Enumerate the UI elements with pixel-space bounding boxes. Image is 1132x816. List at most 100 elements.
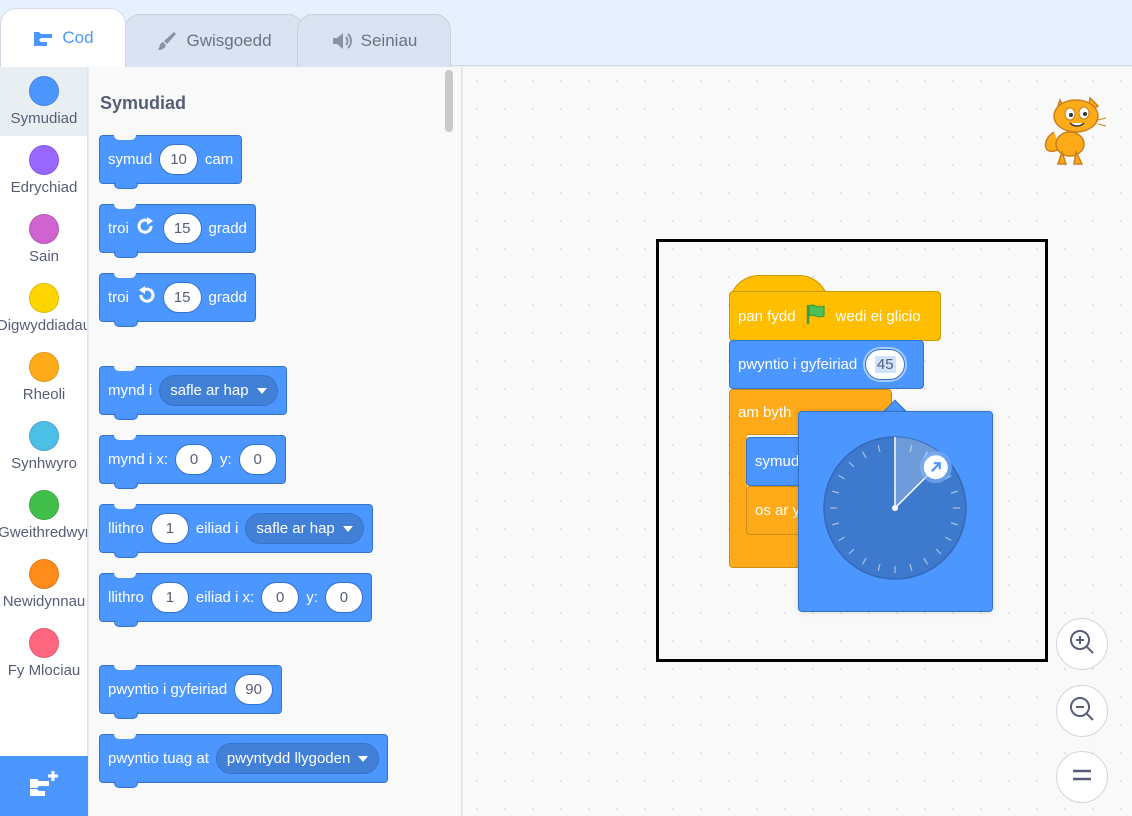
category-variables[interactable]: Newidynnau: [0, 550, 87, 619]
degrees-input[interactable]: 15: [162, 213, 202, 244]
point-towards-dropdown[interactable]: pwyntydd llygoden: [215, 743, 380, 774]
category-my-blocks[interactable]: Fy Mlociau: [0, 619, 87, 688]
editor-tab-bar: Cod Gwisgoedd Seiniau: [0, 0, 1132, 67]
block-text: troi: [108, 220, 129, 237]
block-text: cam: [204, 151, 234, 168]
caret-down-icon: [256, 387, 267, 394]
tab-sounds-label: Seiniau: [360, 31, 418, 50]
category-menu: Symudiad Edrychiad Sain Digwyddiadau Rhe…: [0, 67, 88, 816]
tab-costumes-label: Gwisgoedd: [186, 31, 272, 50]
category-events[interactable]: Digwyddiadau: [0, 274, 88, 343]
palette-scrollbar[interactable]: [445, 70, 453, 132]
block-go-to[interactable]: mynd i safle ar hap: [99, 366, 287, 420]
tab-sounds[interactable]: Seiniau: [297, 14, 451, 67]
y-input[interactable]: 0: [238, 444, 277, 475]
glide-target-dropdown[interactable]: safle ar hap: [245, 513, 364, 544]
block-text: y:: [220, 451, 232, 468]
block-text: symud: [755, 453, 800, 470]
block-glide-to-xy[interactable]: llithro 1 eiliad i x: 0 y: 0: [99, 573, 372, 627]
add-extension-icon: [27, 769, 61, 804]
rotate-right-icon: [136, 216, 156, 241]
block-text: llithro: [108, 589, 144, 606]
block-when-flag-clicked[interactable]: pan fydd wedi ei glicio: [729, 291, 941, 341]
add-extension-button[interactable]: [0, 756, 88, 816]
goto-target-dropdown[interactable]: safle ar hap: [159, 375, 278, 406]
paintbrush-icon: [156, 30, 178, 52]
zoom-in-icon: [1068, 628, 1096, 661]
x-input[interactable]: 0: [261, 582, 300, 613]
category-label: Sain: [28, 248, 60, 265]
category-motion[interactable]: Symudiad: [0, 67, 87, 136]
block-go-to-xy[interactable]: mynd i x: 0 y: 0: [99, 435, 286, 489]
zoom-out-button[interactable]: [1056, 685, 1108, 737]
direction-dial[interactable]: [799, 412, 994, 613]
green-flag-icon: [804, 303, 828, 329]
palette-title: Symudiad: [100, 93, 187, 113]
dropdown-value: safle ar hap: [256, 520, 335, 537]
zoom-out-icon: [1068, 695, 1096, 728]
block-text: pwyntio i gyfeiriad: [738, 356, 858, 373]
tab-code-label: Cod: [62, 28, 94, 47]
zoom-reset-icon: [1070, 767, 1094, 788]
category-label: Symudiad: [10, 110, 78, 127]
block-text: y:: [306, 589, 318, 606]
steps-input[interactable]: 10: [159, 144, 198, 175]
category-dot: [29, 352, 59, 382]
direction-value: 45: [874, 356, 896, 373]
zoom-reset-button[interactable]: [1056, 751, 1108, 803]
seconds-input[interactable]: 1: [150, 582, 189, 613]
block-text: os ar y: [755, 502, 801, 519]
block-text: eiliad i x:: [195, 589, 255, 606]
category-label: Gweithredwyr: [0, 524, 88, 541]
block-text: eiliad i: [195, 520, 239, 537]
block-turn-right[interactable]: troi 15 gradd: [99, 204, 256, 258]
category-label: Edrychiad: [10, 179, 78, 196]
block-glide-to[interactable]: llithro 1 eiliad i safle ar hap: [99, 504, 373, 558]
category-dot: [29, 421, 59, 451]
script-workspace[interactable]: pan fydd wedi ei glicio pwyntio i gyfeir…: [463, 67, 1132, 816]
dial-center: [892, 505, 898, 511]
category-control[interactable]: Rheoli: [0, 343, 87, 412]
block-point-in-direction[interactable]: pwyntio i gyfeiriad 90: [99, 665, 282, 719]
dropdown-value: pwyntydd llygoden: [226, 750, 351, 767]
rotate-left-icon: [136, 285, 156, 310]
block-text: llithro: [108, 520, 144, 537]
y-input[interactable]: 0: [324, 582, 363, 613]
block-point-towards[interactable]: pwyntio tuag at pwyntydd llygoden: [99, 734, 389, 788]
category-dot: [29, 214, 59, 244]
category-label: Newidynnau: [2, 593, 86, 610]
category-sound[interactable]: Sain: [0, 205, 87, 274]
category-dot: [29, 628, 59, 658]
sprite-cat-icon: [1040, 92, 1110, 175]
caret-down-icon: [342, 525, 353, 532]
category-sensing[interactable]: Synhwyro: [0, 412, 87, 481]
category-dot: [29, 76, 59, 106]
block-text: symud: [108, 151, 153, 168]
category-label: Rheoli: [22, 386, 66, 403]
zoom-in-button[interactable]: [1056, 618, 1108, 670]
direction-input-active[interactable]: 45: [865, 349, 906, 380]
block-text: gradd: [208, 289, 247, 306]
block-move-steps[interactable]: symud 10 cam: [99, 135, 243, 189]
category-looks[interactable]: Edrychiad: [0, 136, 87, 205]
speaker-icon: [331, 31, 353, 51]
block-text: mynd i: [108, 382, 153, 399]
dropdown-value: safle ar hap: [170, 382, 249, 399]
category-label: Digwyddiadau: [0, 317, 88, 334]
block-text: pwyntio tuag at: [108, 750, 209, 767]
block-text: troi: [108, 289, 129, 306]
seconds-input[interactable]: 1: [150, 513, 189, 544]
direction-input[interactable]: 90: [234, 674, 273, 705]
tab-code[interactable]: Cod: [0, 8, 126, 67]
block-point-in-direction-script[interactable]: pwyntio i gyfeiriad 45: [729, 340, 924, 389]
category-label: Synhwyro: [11, 455, 77, 472]
forever-arm: [729, 434, 747, 524]
tab-costumes[interactable]: Gwisgoedd: [124, 14, 304, 67]
degrees-input[interactable]: 15: [162, 282, 202, 313]
category-label: Fy Mlociau: [7, 662, 81, 679]
caret-down-icon: [358, 755, 369, 762]
block-turn-left[interactable]: troi 15 gradd: [99, 273, 256, 327]
x-input[interactable]: 0: [175, 444, 214, 475]
dial-handle: [919, 451, 952, 484]
category-operators[interactable]: Gweithredwyr: [0, 481, 88, 550]
